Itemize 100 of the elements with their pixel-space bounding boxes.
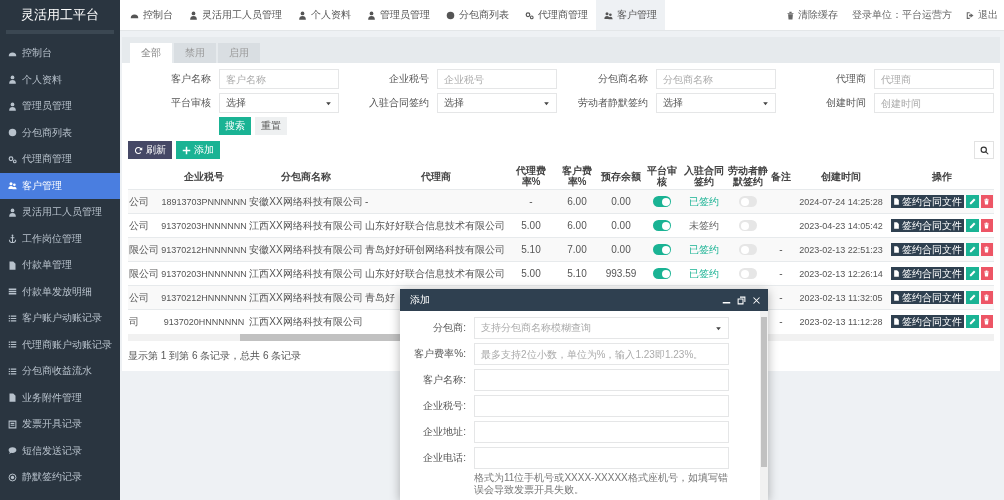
rate-cell: 6.00	[567, 196, 587, 207]
clear-cache-link[interactable]: 清除缓存	[786, 8, 838, 22]
logout-icon	[966, 10, 975, 20]
input-field[interactable]	[474, 395, 729, 417]
nav-tab[interactable]: 客户管理	[596, 0, 665, 30]
contract-file-button[interactable]: 签约合同文件	[891, 195, 964, 208]
platform-review-toggle[interactable]	[653, 196, 671, 208]
sidebar-item[interactable]: 付款单管理	[0, 252, 120, 279]
filter-select[interactable]: 选择	[218, 93, 339, 113]
sidebar-item[interactable]: 短信发送记录	[0, 437, 120, 464]
date-cell: 2023-02-13 12:26:14	[799, 268, 883, 279]
column-header: 备注	[770, 163, 792, 190]
search-icon	[979, 145, 989, 155]
nav-tab[interactable]: 代理商管理	[517, 0, 596, 30]
sidebar-item[interactable]: 付款单发放明细	[0, 278, 120, 305]
search-button[interactable]	[974, 141, 994, 159]
person-icon	[298, 10, 307, 20]
nav-tab[interactable]: 个人资料	[290, 0, 359, 30]
sidebar-item[interactable]: 灵活用工人员管理	[0, 199, 120, 226]
sidebar-item[interactable]: 分包商收益流水	[0, 358, 120, 385]
sidebar-item[interactable]: 控制台	[0, 40, 120, 67]
gears-icon	[8, 154, 17, 164]
contract-status: 未签约	[689, 219, 719, 231]
delete-button[interactable]	[980, 315, 993, 328]
status-tab[interactable]: 全部	[130, 43, 172, 63]
sidebar-item[interactable]: 客户管理	[0, 172, 120, 199]
silent-sign-toggle[interactable]	[739, 268, 757, 280]
plus-icon	[182, 145, 191, 155]
silent-sign-toggle[interactable]	[739, 244, 757, 256]
nav-tab[interactable]: 分包商列表	[438, 0, 517, 30]
grid-icon	[8, 287, 17, 297]
filter-label: 企业税号	[388, 72, 429, 86]
close-button[interactable]	[751, 294, 762, 306]
nav-tab[interactable]: 管理员管理	[359, 0, 438, 30]
delete-button[interactable]	[980, 243, 993, 256]
contract-file-button[interactable]: 签约合同文件	[891, 315, 964, 328]
sidebar-item[interactable]: 发票开具记录	[0, 411, 120, 438]
silent-sign-toggle[interactable]	[739, 220, 757, 232]
tax-number-cell: 9137020HNNNNNN	[163, 316, 245, 327]
scrollbar-thumb[interactable]	[761, 317, 767, 467]
filter-input[interactable]: 创建时间	[874, 93, 994, 113]
rate-cell: 7.00	[567, 244, 587, 255]
delete-button[interactable]	[980, 195, 993, 208]
restore-button[interactable]	[736, 294, 747, 306]
sidebar-item[interactable]: 个人资料	[0, 66, 120, 93]
agent-cell: 青岛好	[365, 291, 395, 303]
vertical-scrollbar[interactable]	[760, 311, 768, 500]
edit-button[interactable]	[966, 243, 979, 256]
document-icon	[893, 198, 900, 205]
refresh-button[interactable]: 刷新	[128, 141, 172, 159]
edit-button[interactable]	[966, 195, 979, 208]
field-label: 客户费率%:	[413, 347, 466, 361]
group-icon	[604, 10, 613, 20]
subcontractor-cell: 江西XX网络科技有限公司	[249, 219, 363, 231]
tax-number-cell: 91370212HNNNNNN	[161, 244, 247, 255]
caret-icon	[324, 99, 332, 107]
input-field[interactable]	[474, 369, 729, 391]
edit-button[interactable]	[966, 267, 979, 280]
reset-button[interactable]: 重置	[254, 117, 287, 135]
platform-review-toggle[interactable]	[653, 244, 671, 256]
input-field[interactable]	[474, 421, 729, 443]
input-field[interactable]: 最多支持2位小数，单位为%，输入1.23即1.23%。	[474, 343, 729, 365]
sidebar-item[interactable]: 静默签约记录	[0, 464, 120, 491]
sidebar-item[interactable]: 分包商列表	[0, 119, 120, 146]
sidebar-item[interactable]: 代理商管理	[0, 146, 120, 173]
nav-tab[interactable]: 灵活用工人员管理	[181, 0, 290, 30]
field-label: 分包商:	[432, 321, 466, 335]
sidebar-item[interactable]: 工作岗位管理	[0, 225, 120, 252]
contract-file-button[interactable]: 签约合同文件	[891, 291, 964, 304]
filter-input[interactable]: 分包商名称	[655, 69, 776, 89]
filter-input[interactable]: 代理商	[874, 69, 994, 89]
sidebar-item[interactable]: 客户账户动账记录	[0, 305, 120, 332]
filter-input[interactable]: 客户名称	[218, 69, 339, 89]
delete-button[interactable]	[980, 219, 993, 232]
filter-select[interactable]: 选择	[437, 93, 557, 113]
column-header: 平台审核	[642, 163, 682, 190]
platform-review-toggle[interactable]	[653, 268, 671, 280]
contract-file-button[interactable]: 签约合同文件	[891, 219, 964, 232]
filter-input[interactable]: 企业税号	[437, 69, 557, 89]
edit-button[interactable]	[966, 315, 979, 328]
sidebar-item[interactable]: 代理商账户动账记录	[0, 331, 120, 358]
contract-file-button[interactable]: 签约合同文件	[891, 243, 964, 256]
delete-button[interactable]	[980, 291, 993, 304]
edit-button[interactable]	[966, 291, 979, 304]
rate-cell: 5.00	[521, 220, 541, 231]
logout-link[interactable]: 退出	[966, 8, 998, 22]
input-field[interactable]	[474, 447, 729, 469]
pencil-icon	[968, 222, 976, 229]
rate-cell: -	[529, 196, 533, 207]
sidebar-item[interactable]: 业务附件管理	[0, 384, 120, 411]
contract-file-button[interactable]: 签约合同文件	[891, 267, 964, 280]
person-icon	[8, 101, 17, 111]
filter-select[interactable]: 选择	[655, 93, 776, 113]
edit-button[interactable]	[966, 219, 979, 232]
nav-tab[interactable]: 控制台	[122, 0, 181, 30]
receipt-icon	[8, 419, 17, 429]
delete-button[interactable]	[980, 267, 993, 280]
silent-sign-toggle[interactable]	[739, 196, 757, 208]
platform-review-toggle[interactable]	[653, 220, 671, 232]
sidebar-item[interactable]: 管理员管理	[0, 93, 120, 120]
